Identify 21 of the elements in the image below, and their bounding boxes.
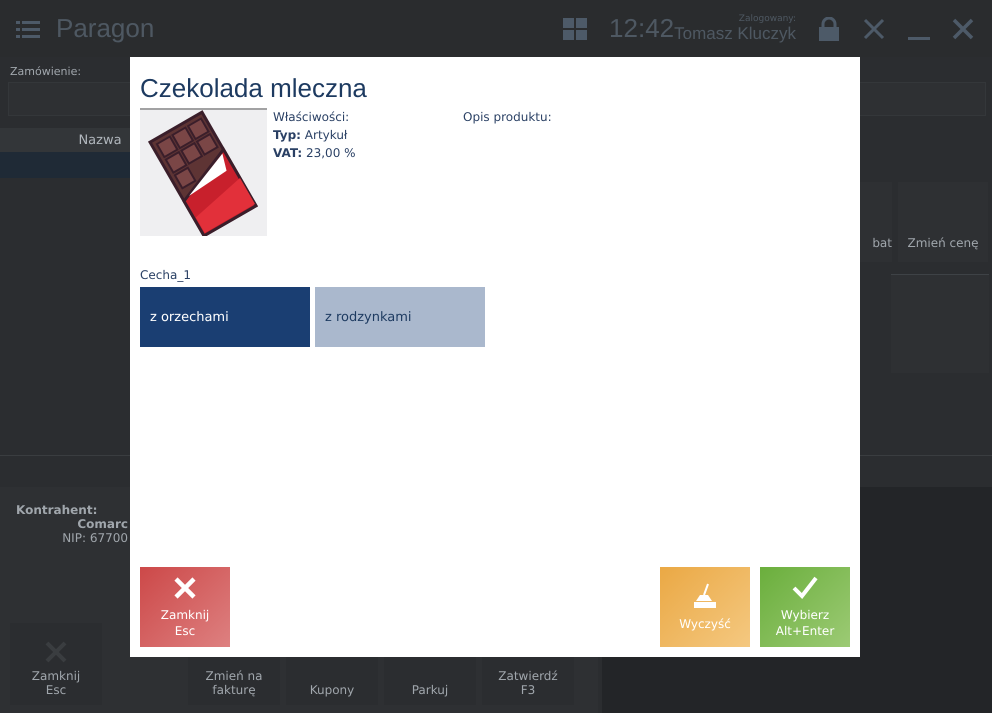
property-text: VAT: 23,00 %: [273, 145, 357, 162]
close-icon: [173, 576, 197, 600]
close-icon[interactable]: [952, 18, 974, 40]
lock-icon[interactable]: [818, 16, 840, 40]
menu-icon[interactable]: [16, 18, 40, 38]
properties-label: Właściwości:: [273, 109, 350, 126]
property-text: Typ: Artykuł: [273, 127, 348, 144]
column-header: Nazwa: [78, 132, 122, 148]
order-label: Zamówienie:: [9, 64, 82, 80]
feature-label: Cecha_1: [140, 268, 192, 282]
option-button[interactable]: z orzechami: [140, 287, 310, 347]
customer-label: Kontrahent:: [16, 503, 98, 517]
grid-icon[interactable]: [563, 18, 588, 40]
checkmark-icon: [792, 576, 818, 600]
customer-nip: NIP: 67700: [62, 531, 128, 545]
option-button[interactable]: z rodzynkami: [315, 287, 485, 347]
close-button[interactable]: Zamknij Esc: [140, 567, 230, 647]
broom-icon: [692, 583, 718, 609]
description-label: Opis produktu:: [463, 109, 552, 126]
dialog-title: Czekolada mleczna: [140, 73, 368, 104]
customer-name: Comarc: [77, 517, 128, 531]
